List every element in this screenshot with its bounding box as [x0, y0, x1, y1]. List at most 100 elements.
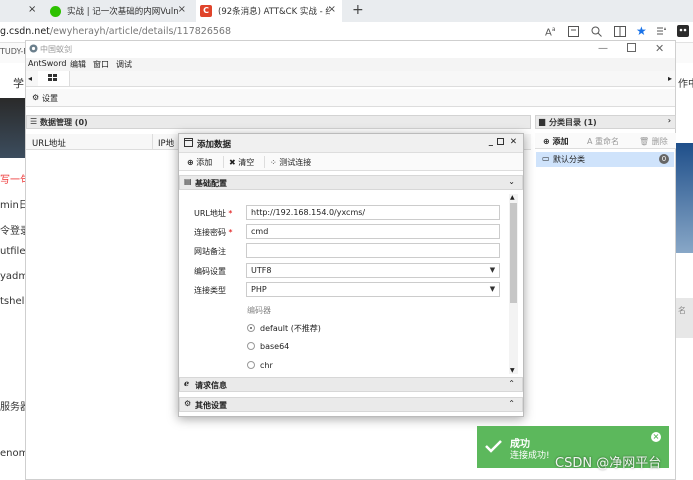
add-button[interactable]: ⊕ 添加 — [187, 157, 212, 168]
category-item-label: 默认分类 — [553, 155, 585, 164]
type-select[interactable]: PHP ▼ — [246, 282, 500, 297]
e-icon: ℯ — [184, 379, 190, 388]
category-add-button[interactable]: ⊕ 添加 — [543, 136, 569, 147]
browser-tab-wechat[interactable]: 实战 | 记一次基础的内网Vulnst × — [46, 0, 192, 22]
browser-tab-bar: × 实战 | 记一次基础的内网Vulnst × C (92条消息) ATT&CK… — [0, 0, 693, 22]
encoding-label: 编码设置 — [194, 267, 226, 276]
gears-icon: ⚙ — [184, 399, 192, 408]
accordion-title: 请求信息 — [195, 381, 227, 390]
antsword-logo-icon — [29, 44, 38, 56]
accordion-title: 基础配置 — [195, 179, 227, 188]
nav-fragment: 学 — [13, 77, 24, 90]
collapse-chevron-icon[interactable]: › — [668, 116, 671, 125]
read-aloud-icon[interactable]: Aa — [545, 26, 556, 38]
minimize-icon[interactable]: — — [598, 43, 608, 54]
dialog-maximize-icon[interactable] — [497, 138, 504, 148]
chevron-down-icon: ▼ — [489, 266, 496, 274]
encoder-option-chr[interactable]: chr — [247, 361, 273, 370]
page-header-text: TUDY-F — [0, 47, 28, 56]
nav-fragment: 作中 — [678, 79, 693, 90]
new-tab-button[interactable]: + — [352, 2, 364, 18]
password-input[interactable]: cmd — [246, 224, 500, 239]
sidebar-fragment: utfile — [0, 246, 26, 257]
encoder-option-default[interactable]: default (不推荐) — [247, 323, 321, 334]
category-rename-button[interactable]: A 重命名 — [587, 136, 619, 147]
favorites-list-icon[interactable] — [656, 26, 667, 40]
scroll-down-icon: ▼ — [510, 367, 515, 374]
encoding-select[interactable]: UTF8 ▼ — [246, 263, 500, 278]
tab-title: 实战 | 记一次基础的内网Vulnst — [67, 7, 179, 17]
note-input[interactable] — [246, 243, 500, 258]
accordion-basic-config[interactable]: ▤ 基础配置 ⌄ — [179, 175, 523, 190]
scrollbar-thumb[interactable] — [510, 203, 517, 303]
csdn-icon: C — [200, 5, 212, 17]
tab-close-icon[interactable]: × — [328, 4, 336, 15]
spinner-icon: ⁘ — [270, 158, 277, 167]
settings-tab[interactable]: 设置 — [42, 93, 58, 104]
chevron-up-icon: ⌃ — [508, 399, 515, 408]
browser-tab-csdn[interactable]: C (92条消息) ATT&CK 实战 - 红日安 × — [196, 0, 342, 22]
tab-home[interactable] — [38, 71, 70, 86]
list-icon: ☰ — [30, 117, 38, 126]
tab-close-icon[interactable]: × — [28, 4, 36, 15]
data-panel-title: 数据管理 (0) — [40, 118, 88, 127]
split-screen-icon[interactable] — [614, 26, 626, 40]
encoder-option-base64[interactable]: base64 — [247, 342, 289, 351]
accordion-request-info[interactable]: ℯ 请求信息 ⌃ — [179, 377, 523, 392]
profile-avatar[interactable] — [677, 25, 689, 40]
browser-tab-previous[interactable]: × — [0, 0, 40, 22]
category-count-badge: 0 — [659, 154, 669, 164]
accordion-other-settings[interactable]: ⚙ 其他设置 ⌃ — [179, 397, 523, 412]
column-header-url[interactable]: URL地址 — [32, 137, 66, 149]
category-delete-button[interactable]: 🗑 删除 — [639, 136, 668, 147]
document-icon: ▤ — [184, 177, 192, 186]
category-item-default[interactable]: ▭ 默认分类 0 — [536, 152, 674, 167]
add-data-dialog: 添加数据 _ ✕ ⊕ 添加 ✖ 清空 ⁘ 测试连接 ▤ 基础配置 ⌄ URL地址… — [178, 133, 524, 417]
gear-icon: ⚙ — [32, 93, 40, 102]
folder-icon: ▆ — [539, 117, 546, 126]
window-title: 中国蚁剑 — [40, 45, 72, 54]
screen: × 实战 | 记一次基础的内网Vulnst × C (92条消息) ATT&CK… — [0, 0, 693, 480]
form-scrollbar[interactable]: ▲ ▼ — [509, 194, 518, 374]
reader-mode-icon[interactable] — [568, 26, 579, 40]
tab-close-icon[interactable]: × — [178, 4, 186, 15]
page-image — [0, 98, 25, 158]
chevron-up-icon: ⌃ — [508, 379, 515, 388]
radio-icon — [247, 361, 255, 369]
data-panel-header: ☰ 数据管理 (0) — [26, 115, 531, 129]
close-icon[interactable]: ✕ — [655, 42, 664, 55]
menu-edit[interactable]: 编辑 — [70, 59, 86, 70]
dialog-close-icon[interactable]: ✕ — [510, 137, 517, 147]
zoom-icon[interactable] — [591, 26, 602, 40]
menu-antsword[interactable]: AntSword — [28, 59, 66, 68]
wechat-icon — [50, 5, 61, 17]
dialog-titlebar[interactable]: 添加数据 _ ✕ — [179, 134, 523, 153]
column-header-ip[interactable]: IP地 — [158, 137, 174, 149]
grid-icon — [48, 74, 57, 81]
menu-window[interactable]: 窗口 — [93, 59, 109, 70]
encoder-label: 编码器 — [247, 306, 271, 315]
password-label: 连接密码 * — [194, 228, 233, 237]
clear-x-icon: ✖ — [229, 158, 236, 167]
main-tab-row: ◂ ▸ — [26, 71, 675, 87]
chevron-down-icon: ⌄ — [508, 177, 515, 186]
url-input[interactable]: http://192.168.154.0/yxcms/ — [246, 205, 500, 220]
menu-debug[interactable]: 调试 — [116, 59, 132, 70]
toast-message: 连接成功! — [510, 451, 550, 461]
tab-scroll-left-icon[interactable]: ◂ — [28, 74, 32, 83]
tab-scroll-right-icon[interactable]: ▸ — [668, 74, 672, 83]
toast-close-icon[interactable]: × — [651, 432, 661, 442]
plus-circle-icon: ⊕ — [187, 158, 194, 167]
clear-button[interactable]: ✖ 清空 — [229, 157, 254, 168]
folder-icon: ▭ — [542, 154, 550, 163]
url-text[interactable]: g.csdn.net/ewyherayh/article/details/117… — [0, 26, 231, 37]
favorite-star-icon[interactable]: ★ — [636, 24, 647, 38]
sidebar-fragment: tshel — [0, 296, 25, 307]
scroll-up-icon: ▲ — [510, 194, 515, 201]
sidebar-fragment: yadm — [0, 271, 29, 282]
dialog-minimize-icon[interactable]: _ — [489, 137, 493, 147]
accordion-title: 其他设置 — [195, 401, 227, 410]
type-label: 连接类型 — [194, 286, 226, 295]
maximize-icon[interactable] — [627, 43, 636, 55]
test-connection-button[interactable]: ⁘ 测试连接 — [270, 157, 311, 168]
